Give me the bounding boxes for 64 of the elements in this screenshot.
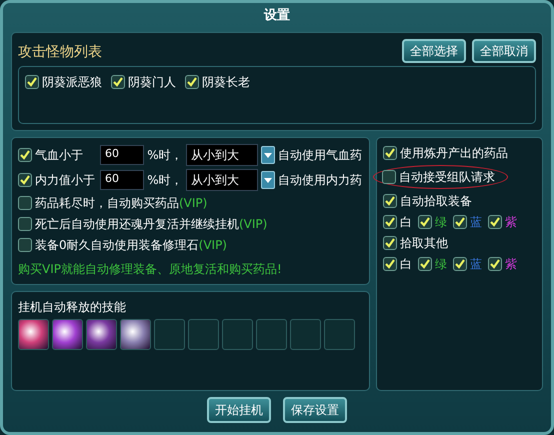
order-dropdown[interactable]: 从小到大 bbox=[186, 144, 258, 166]
skill-icon[interactable] bbox=[18, 319, 49, 350]
checkbox[interactable] bbox=[383, 236, 397, 250]
color-label: 紫 bbox=[505, 256, 517, 273]
section-title: 攻击怪物列表 bbox=[18, 43, 102, 62]
action-button[interactable]: 保存设置 bbox=[283, 397, 347, 423]
rule-label: 气血小于 bbox=[35, 147, 84, 164]
checkbox[interactable] bbox=[383, 215, 397, 229]
checkbox[interactable] bbox=[18, 238, 32, 252]
skill-icon[interactable] bbox=[86, 319, 117, 350]
color-label: 紫 bbox=[505, 214, 517, 231]
color-label: 蓝 bbox=[470, 214, 482, 231]
checkbox[interactable] bbox=[185, 75, 199, 89]
checkbox[interactable] bbox=[418, 215, 432, 229]
option-label: 装备0耐久自动使用装备修理石(VIP) bbox=[35, 237, 227, 254]
checkbox[interactable] bbox=[18, 148, 32, 162]
color-label: 白 bbox=[400, 256, 412, 273]
skill-icon[interactable] bbox=[120, 319, 151, 350]
action-label: 自动使用内力药 bbox=[278, 172, 362, 189]
rule-label: 内力值小于 bbox=[35, 172, 96, 189]
action-label: 自动使用气血药 bbox=[278, 147, 362, 164]
checkbox[interactable] bbox=[18, 173, 32, 187]
checkbox[interactable] bbox=[383, 194, 397, 208]
caret-icon bbox=[264, 178, 272, 182]
threshold-input[interactable]: 60 bbox=[100, 170, 144, 190]
option-label: 药品耗尽时，自动购买药品(VIP) bbox=[35, 195, 208, 212]
section-label: 挂机自动释放的技能 bbox=[18, 299, 127, 316]
checkbox[interactable] bbox=[418, 257, 432, 271]
checkbox[interactable] bbox=[488, 257, 502, 271]
checkbox[interactable] bbox=[18, 217, 32, 231]
option-label: 自动接受组队请求 bbox=[399, 169, 495, 186]
option-label: 拾取其他 bbox=[400, 235, 448, 252]
vip-note: 购买VIP就能自动修理装备、原地复活和购买药品! bbox=[18, 261, 283, 278]
color-label: 白 bbox=[400, 214, 412, 231]
color-label: 绿 bbox=[435, 214, 447, 231]
select-button[interactable]: 全部取消 bbox=[472, 39, 536, 63]
monster-label: 阴葵派恶狼 bbox=[42, 74, 102, 91]
checkbox[interactable] bbox=[111, 75, 125, 89]
color-label: 蓝 bbox=[470, 256, 482, 273]
skill-icon[interactable] bbox=[52, 319, 83, 350]
action-button[interactable]: 开始挂机 bbox=[207, 397, 271, 423]
checkbox[interactable] bbox=[382, 170, 396, 184]
select-button[interactable]: 全部选择 bbox=[402, 39, 466, 63]
option-label: 自动拾取装备 bbox=[400, 193, 472, 210]
option-label: 死亡后自动使用还魂丹复活并继续挂机(VIP) bbox=[35, 216, 268, 233]
checkbox[interactable] bbox=[383, 257, 397, 271]
checkbox[interactable] bbox=[25, 75, 39, 89]
checkbox[interactable] bbox=[383, 146, 397, 160]
monster-label: 阴葵长老 bbox=[202, 74, 250, 91]
checkbox[interactable] bbox=[453, 257, 467, 271]
unit-label: %时， bbox=[147, 147, 183, 164]
threshold-input[interactable]: 60 bbox=[100, 145, 144, 165]
unit-label: %时， bbox=[147, 172, 183, 189]
color-label: 绿 bbox=[435, 256, 447, 273]
checkbox[interactable] bbox=[488, 215, 502, 229]
window-title: 设置 bbox=[264, 7, 290, 25]
option-label: 使用炼丹产出的药品 bbox=[400, 145, 508, 162]
order-dropdown[interactable]: 从小到大 bbox=[186, 169, 258, 191]
dropdown-button[interactable] bbox=[261, 146, 275, 164]
monster-label: 阴葵门人 bbox=[128, 74, 176, 91]
caret-icon bbox=[264, 152, 272, 158]
checkbox[interactable] bbox=[453, 215, 467, 229]
dropdown-button[interactable] bbox=[261, 171, 275, 189]
checkbox[interactable] bbox=[18, 196, 32, 210]
